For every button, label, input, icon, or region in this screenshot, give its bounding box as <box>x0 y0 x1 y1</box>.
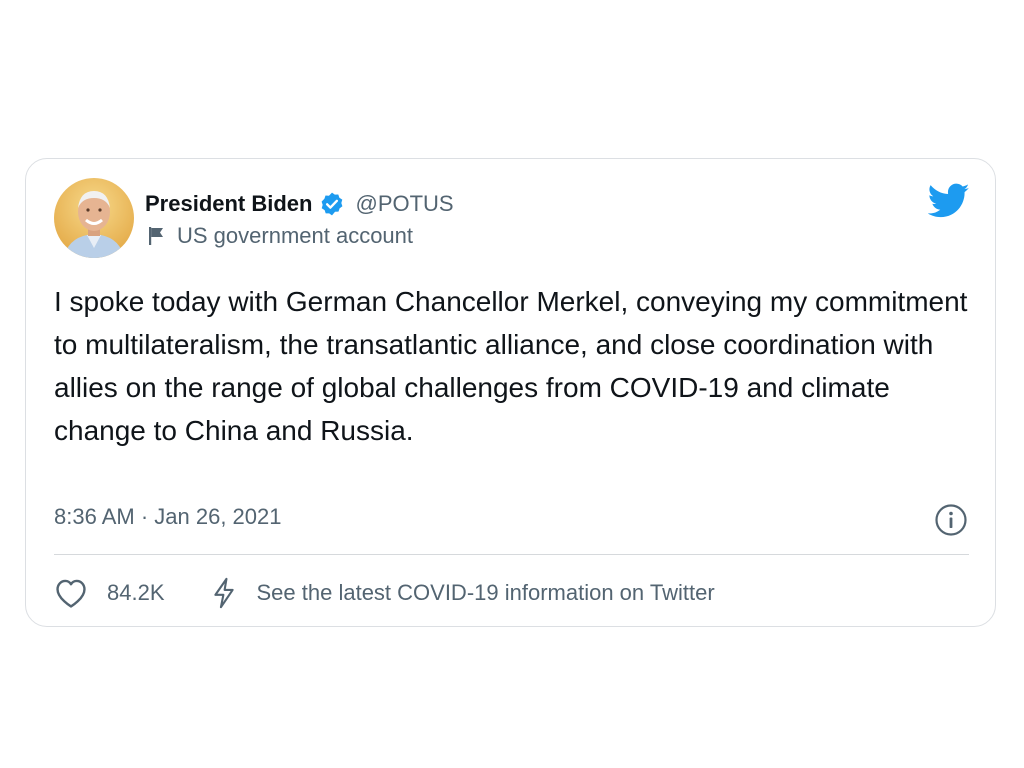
avatar[interactable] <box>54 178 134 258</box>
lightning-bolt-icon <box>211 577 237 609</box>
account-label: US government account <box>177 223 414 248</box>
heart-icon[interactable] <box>54 577 88 609</box>
tweet-text: I spoke today with German Chancellor Mer… <box>54 286 968 446</box>
account-label-row: US government account <box>147 221 413 251</box>
covid-info-link[interactable]: See the latest COVID-19 information on T… <box>211 577 715 609</box>
verified-badge-icon <box>319 191 345 217</box>
author-name-row: President Biden @POTUS <box>145 188 454 220</box>
author-handle[interactable]: @POTUS <box>355 191 453 217</box>
like-count: 84.2K <box>107 580 165 605</box>
tweet-card: President Biden @POTUS US government acc… <box>25 158 996 627</box>
twitter-bird-icon[interactable] <box>928 183 970 219</box>
author-display-name[interactable]: President Biden <box>145 191 312 217</box>
tweet-actions: 84.2K See the latest COVID-19 informatio… <box>54 575 715 611</box>
divider <box>54 554 969 555</box>
info-icon[interactable] <box>934 503 968 537</box>
flag-icon <box>147 225 167 247</box>
covid-info-text: See the latest COVID-19 information on T… <box>256 580 715 605</box>
tweet-timestamp[interactable]: 8:36 AM · Jan 26, 2021 <box>54 504 282 530</box>
